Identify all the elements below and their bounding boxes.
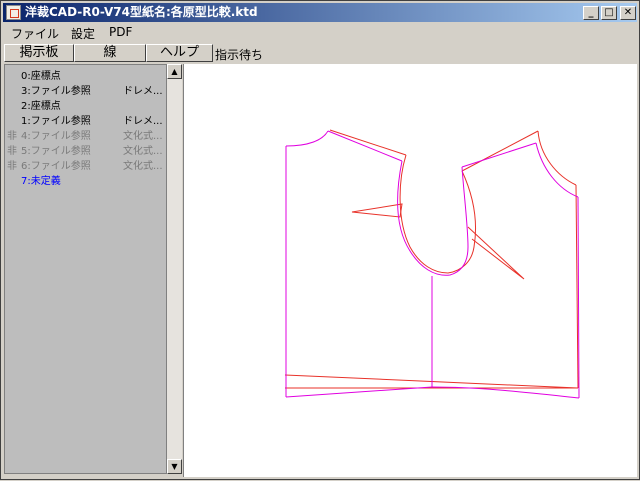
red-dart-left [351,203,403,218]
magenta-front-neck [535,142,579,198]
magenta-back-neck [285,130,329,147]
magenta-hem [285,386,580,399]
red-front-neck-line [537,130,577,186]
magenta-back-shoulder [327,130,403,162]
red-back-neck-line [329,129,407,156]
red-back-armhole-line [399,154,476,274]
pattern-drawing [284,129,580,399]
magenta-front-shoulder [461,142,537,168]
red-dart-right [467,226,525,280]
drawing-canvas[interactable] [183,64,637,477]
magenta-armhole [397,160,469,276]
red-front-shoulder-line [461,130,539,172]
app-window: 洋裁CAD-R0-V74型紙名:各原型比較.ktd _ □ ✕ ファイル 設定 … [0,0,640,480]
